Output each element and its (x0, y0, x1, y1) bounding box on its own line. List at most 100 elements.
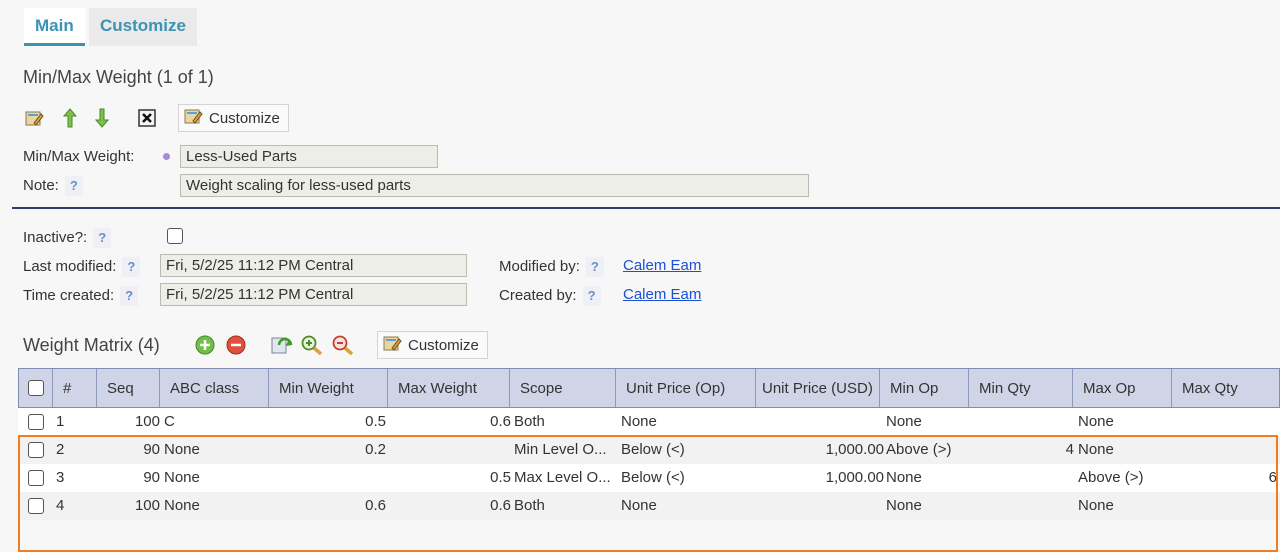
col-header-num[interactable]: # (53, 369, 97, 407)
created-by-link[interactable]: Calem Eam (623, 286, 701, 303)
move-down-icon[interactable] (91, 107, 113, 129)
help-icon[interactable]: ? (64, 176, 83, 196)
help-icon[interactable]: ? (93, 228, 112, 248)
matrix-customize-button[interactable]: Customize (377, 331, 488, 359)
refresh-icon[interactable] (271, 334, 293, 356)
cell-seq: 100 (134, 413, 160, 430)
cell-unit-price-usd (755, 492, 884, 520)
zoom-in-icon[interactable] (301, 334, 323, 356)
row-checkbox[interactable] (28, 442, 44, 458)
cell-seq: 100 (134, 497, 160, 514)
cell-min-qty (968, 464, 1074, 492)
weight-field[interactable]: Less-Used Parts (180, 145, 438, 168)
cell-scope: Min Level O... (514, 441, 607, 458)
time-created-field: Fri, 5/2/25 11:12 PM Central (160, 283, 467, 306)
cell-min-weight: 0.2 (365, 441, 386, 458)
cell-num: 1 (56, 413, 65, 430)
cell-scope: Both (514, 413, 545, 430)
modified-by-label: Modified by:? (499, 257, 604, 277)
cell-unit-price-usd: 1,000.00 (825, 441, 884, 458)
note-label: Note:? (23, 176, 83, 196)
customize-icon (382, 333, 402, 357)
tab-main[interactable]: Main (24, 8, 85, 46)
col-header-min-weight[interactable]: Min Weight (269, 369, 388, 407)
cell-unit-price-op: Below (<) (621, 441, 685, 458)
add-row-icon[interactable] (194, 334, 216, 356)
delete-icon[interactable] (136, 107, 158, 129)
cell-abc-class: None (164, 441, 200, 458)
cell-unit-price-op: None (621, 413, 657, 430)
tab-bar: Main Customize (0, 0, 1280, 46)
col-header-max-op[interactable]: Max Op (1073, 369, 1172, 407)
select-all-checkbox[interactable] (28, 380, 44, 396)
customize-label: Customize (408, 336, 479, 354)
cell-seq: 90 (143, 441, 160, 458)
cell-min-weight: 0.6 (365, 497, 386, 514)
col-header-max-qty[interactable]: Max Qty (1172, 369, 1280, 407)
tab-customize[interactable]: Customize (89, 8, 197, 46)
note-field[interactable]: Weight scaling for less-used parts (180, 174, 809, 197)
cell-unit-price-op: None (621, 497, 657, 514)
cell-max-op: None (1078, 497, 1114, 514)
table-row[interactable]: 4 100 None 0.6 0.6 Both None None None (18, 492, 1280, 520)
inactive-checkbox[interactable] (167, 228, 183, 244)
modified-by-link[interactable]: Calem Eam (623, 257, 701, 274)
move-up-icon[interactable] (59, 107, 81, 129)
cell-max-qty: 6 (1268, 469, 1277, 486)
col-header-unit-price-op[interactable]: Unit Price (Op) (616, 369, 756, 407)
matrix-title: Weight Matrix (4) (23, 335, 160, 355)
edit-icon[interactable] (23, 107, 45, 129)
row-checkbox[interactable] (28, 470, 44, 486)
cell-min-weight (268, 464, 386, 492)
last-modified-label: Last modified:? (23, 257, 141, 277)
help-icon[interactable]: ? (120, 286, 139, 306)
remove-row-icon[interactable] (225, 334, 247, 356)
cell-max-op: None (1078, 441, 1114, 458)
customize-label: Customize (209, 109, 280, 127)
row-checkbox[interactable] (28, 498, 44, 514)
cell-min-qty (968, 492, 1074, 520)
select-all-cell (19, 369, 53, 407)
col-header-unit-price-usd[interactable]: Unit Price (USD) (756, 369, 880, 407)
cell-max-weight (387, 436, 511, 464)
cell-min-op: Above (>) (886, 441, 952, 458)
cell-unit-price-usd (755, 408, 884, 436)
table-row[interactable]: 3 90 None 0.5 Max Level O... Below (<) 1… (18, 464, 1280, 492)
time-created-label: Time created:? (23, 286, 139, 306)
last-modified-field: Fri, 5/2/25 11:12 PM Central (160, 254, 467, 277)
help-icon[interactable]: ? (582, 286, 601, 306)
page-title: Min/Max Weight (1 of 1) (23, 67, 214, 87)
col-header-min-qty[interactable]: Min Qty (969, 369, 1073, 407)
cell-min-weight: 0.5 (365, 413, 386, 430)
zoom-out-icon[interactable] (332, 334, 354, 356)
cell-unit-price-op: Below (<) (621, 469, 685, 486)
cell-abc-class: C (164, 413, 175, 430)
col-header-min-op[interactable]: Min Op (880, 369, 969, 407)
col-header-max-weight[interactable]: Max Weight (388, 369, 510, 407)
cell-max-op: Above (>) (1078, 469, 1144, 486)
help-icon[interactable]: ? (122, 257, 141, 277)
table-row[interactable]: 2 90 None 0.2 Min Level O... Below (<) 1… (18, 436, 1280, 464)
cell-min-op: None (886, 497, 922, 514)
row-checkbox[interactable] (28, 414, 44, 430)
cell-max-qty (1171, 436, 1277, 464)
weight-label: Min/Max Weight: (23, 148, 135, 165)
help-icon[interactable]: ? (585, 257, 604, 277)
col-header-seq[interactable]: Seq (97, 369, 160, 407)
cell-scope: Max Level O... (514, 469, 611, 486)
customize-button[interactable]: Customize (178, 104, 289, 132)
cell-abc-class: None (164, 497, 200, 514)
table-row[interactable]: 1 100 C 0.5 0.6 Both None None None (18, 408, 1280, 436)
col-header-scope[interactable]: Scope (510, 369, 616, 407)
cell-seq: 90 (143, 469, 160, 486)
cell-min-op: None (886, 413, 922, 430)
inactive-label: Inactive?:? (23, 228, 112, 248)
cell-min-op: None (886, 469, 922, 486)
cell-max-qty (1171, 492, 1277, 520)
cell-max-weight: 0.6 (490, 413, 511, 430)
cell-max-op: None (1078, 413, 1114, 430)
cell-max-weight: 0.5 (490, 469, 511, 486)
required-indicator (163, 153, 170, 160)
col-header-abc-class[interactable]: ABC class (160, 369, 269, 407)
cell-num: 3 (56, 469, 65, 486)
